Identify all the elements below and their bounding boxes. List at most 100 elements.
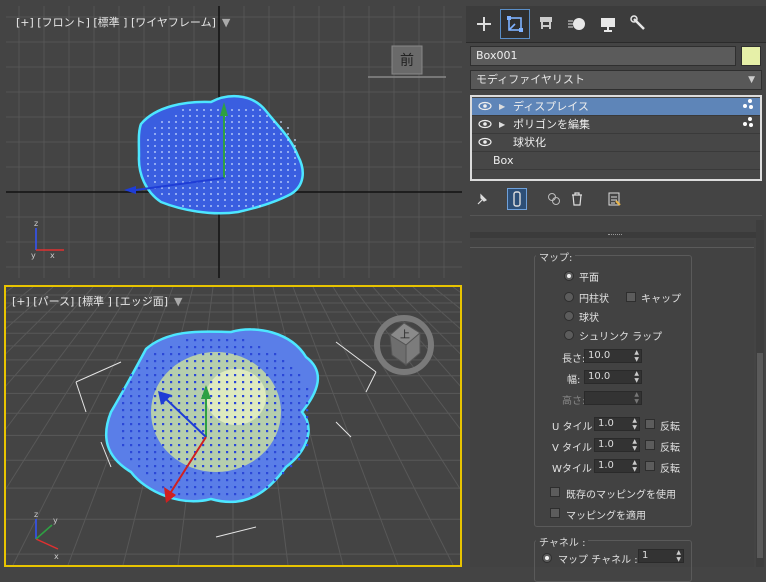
persp-axis-y-label: y: [53, 516, 58, 525]
front-viewport[interactable]: 前 z y x [+] [フロント] [標準 ] [ワイヤフレーム] ▼: [6, 6, 462, 278]
v-flip-checkbox[interactable]: [645, 440, 655, 450]
u-tile-value: 1.0: [598, 418, 614, 429]
stack-item-label: Box: [493, 154, 514, 167]
v-flip-label: 反転: [660, 443, 680, 454]
channel-group-title: チャネル :: [536, 534, 589, 549]
filter-icon[interactable]: ▼: [174, 295, 182, 308]
stack-toolbar: [470, 186, 762, 212]
width-spinner[interactable]: 10.0 ▲ ▼: [584, 370, 642, 384]
spherical-label: 球状: [579, 313, 599, 324]
scrollbar-thumb[interactable]: [757, 353, 763, 558]
spinner-arrows-icon[interactable]: ▲ ▼: [632, 438, 637, 452]
modifier-stack: ▶ ディスプレイス ▶ ポリゴンを編集 球状化 Box: [470, 95, 762, 181]
display-tab[interactable]: [594, 10, 622, 38]
motion-icon: [568, 18, 585, 30]
show-end-result-button[interactable]: [507, 188, 527, 210]
hierarchy-icon: [540, 17, 552, 29]
height-label: 高さ:: [562, 396, 586, 407]
u-tile-spinner[interactable]: 1.0 ▲ ▼: [594, 417, 640, 431]
perspective-viewport-scene: 上 z y x: [6, 287, 460, 565]
use-existing-mapping-label: 既存のマッピングを使用: [566, 490, 676, 501]
spinner-arrows-icon: ▲ ▼: [634, 391, 639, 405]
hierarchy-tab[interactable]: [532, 10, 560, 38]
make-unique-button[interactable]: [544, 189, 564, 209]
pin-stack-button[interactable]: [472, 189, 492, 209]
w-tile-label: Wタイル :: [552, 464, 599, 475]
display-icon: [601, 18, 615, 32]
subobject-icon: [742, 98, 754, 115]
spherical-radio[interactable]: [564, 311, 574, 321]
filter-icon[interactable]: ▼: [222, 16, 230, 29]
command-panel: Box001 モディファイヤリスト ▼ ▶ ディスプレイス ▶ ポリゴンを編集 …: [466, 0, 766, 582]
spinner-arrows-icon[interactable]: ▲ ▼: [634, 349, 639, 363]
apply-mapping-label: マッピングを適用: [566, 511, 646, 522]
cylindrical-radio[interactable]: [564, 292, 574, 302]
command-panel-tabs: [466, 6, 766, 43]
w-tile-value: 1.0: [598, 460, 614, 471]
planar-radio[interactable]: [564, 271, 574, 281]
configure-modifier-sets-button[interactable]: [604, 189, 624, 209]
length-spinner[interactable]: 10.0 ▲ ▼: [584, 349, 642, 363]
map-channel-spinner[interactable]: 1 ▲ ▼: [638, 549, 684, 563]
spinner-arrows-icon[interactable]: ▲ ▼: [676, 549, 681, 563]
cylindrical-label: 円柱状: [579, 294, 609, 305]
map-channel-radio[interactable]: [542, 553, 552, 563]
remove-modifier-button[interactable]: [567, 189, 587, 209]
viewcube-top-label[interactable]: 上: [400, 329, 410, 341]
use-existing-mapping-checkbox[interactable]: [550, 487, 560, 497]
modifier-list-dropdown[interactable]: モディファイヤリスト ▼: [470, 70, 762, 90]
front-viewport-scene: 前 z y x: [6, 6, 462, 278]
expand-arrow-icon[interactable]: ▶: [499, 98, 505, 115]
spinner-arrows-icon[interactable]: ▲ ▼: [634, 370, 639, 384]
v-tile-spinner[interactable]: 1.0 ▲ ▼: [594, 438, 640, 452]
axis-z-label: z: [34, 219, 38, 228]
persp-axis-z-label: z: [34, 510, 38, 519]
map-channel-label: マップ チャネル :: [558, 555, 638, 566]
w-tile-spinner[interactable]: 1.0 ▲ ▼: [594, 459, 640, 473]
modify-icon: [507, 16, 523, 32]
utilities-tab[interactable]: [625, 10, 653, 38]
height-spinner: ▲ ▼: [584, 391, 642, 405]
subobject-icon: [742, 116, 754, 133]
axis-x-label: x: [50, 251, 55, 260]
spinner-arrows-icon[interactable]: ▲ ▼: [632, 417, 637, 431]
parameters-panel: マップ: 平面 円柱状 キャップ 球状 シュリンク ラップ 長さ: 10.0 ▲ ▼…: [470, 240, 754, 582]
stack-item-label: ポリゴンを編集: [513, 118, 590, 131]
stack-item-edit-poly[interactable]: ▶ ポリゴンを編集: [472, 116, 760, 133]
stack-item-box[interactable]: Box: [472, 152, 760, 169]
rollout-border: [470, 240, 754, 248]
shrinkwrap-radio[interactable]: [564, 330, 574, 340]
planar-label: 平面: [579, 273, 599, 284]
map-channel-value: 1: [642, 550, 649, 561]
object-color-swatch[interactable]: [741, 46, 761, 66]
spinner-arrows-icon[interactable]: ▲ ▼: [632, 459, 637, 473]
stack-item-displace[interactable]: ▶ ディスプレイス: [472, 98, 760, 115]
w-flip-checkbox[interactable]: [645, 461, 655, 471]
create-tab[interactable]: [470, 10, 498, 38]
configure-icon: [608, 192, 621, 206]
pin-icon: [477, 193, 488, 205]
u-flip-checkbox[interactable]: [645, 419, 655, 429]
apply-mapping-checkbox[interactable]: [550, 508, 560, 518]
width-value: 10.0: [588, 371, 611, 382]
stack-item-spherify[interactable]: 球状化: [472, 134, 760, 151]
front-viewport-label[interactable]: [+] [フロント] [標準 ] [ワイヤフレーム] ▼: [16, 14, 230, 30]
u-tile-label: U タイル :: [552, 422, 600, 433]
perspective-viewport-label[interactable]: [+] [パース] [標準 ] [エッジ面] ▼: [12, 293, 182, 309]
viewcube-front-label[interactable]: 前: [400, 52, 414, 69]
expand-arrow-icon[interactable]: ▶: [499, 116, 505, 133]
axis-y-label: y: [31, 251, 36, 260]
length-label: 長さ:: [562, 354, 586, 365]
motion-tab[interactable]: [563, 10, 591, 38]
w-flip-label: 反転: [660, 464, 680, 475]
length-value: 10.0: [588, 350, 611, 361]
cap-checkbox[interactable]: [626, 292, 636, 302]
object-name-field[interactable]: Box001: [470, 46, 736, 66]
modify-tab[interactable]: [500, 9, 530, 39]
shrinkwrap-label: シュリンク ラップ: [579, 332, 663, 343]
trash-icon: [572, 192, 582, 206]
chevron-down-icon: ▼: [748, 75, 755, 85]
perspective-viewport[interactable]: 上 z y x [+] [パース] [標準 ] [エッジ面] ▼: [4, 285, 462, 567]
persp-axis-x-label: x: [54, 552, 59, 561]
modifier-list-label: モディファイヤリスト: [476, 73, 585, 86]
